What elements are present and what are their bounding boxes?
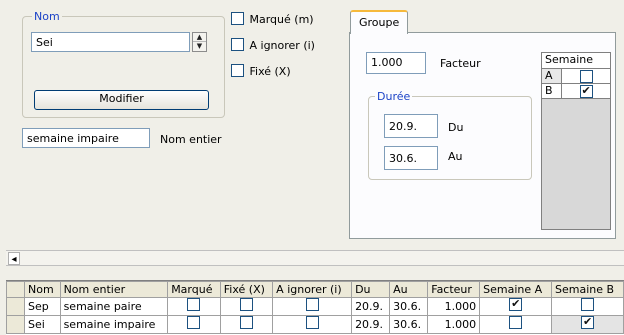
col-fixe[interactable]: Fixé (X) (219, 281, 274, 298)
facteur-label: Facteur (440, 57, 481, 70)
col-nom[interactable]: Nom (24, 281, 61, 298)
au-input[interactable]: 30.6. (384, 146, 438, 170)
fixe-checkbox[interactable] (231, 64, 244, 77)
spin-down-icon[interactable]: ▼ (193, 42, 206, 51)
cell-du[interactable]: 20.9. (351, 315, 391, 334)
nom-entier-label: Nom entier (160, 133, 222, 146)
cell-au[interactable]: 30.6. (389, 315, 429, 334)
col-marque[interactable]: Marqué (167, 281, 221, 298)
ignorer-checkbox[interactable] (231, 38, 244, 51)
nom-legend: Nom (32, 10, 62, 23)
tab-groupe[interactable]: Groupe (350, 10, 409, 34)
marque-label: Marqué (m) (249, 13, 314, 26)
nom-spinner[interactable]: ▲ ▼ (192, 32, 207, 52)
row-marque-checkbox[interactable] (187, 298, 201, 311)
semaine-a-checkbox[interactable] (579, 70, 593, 83)
row-semaine-a-checkbox[interactable] (509, 316, 523, 329)
table-row[interactable]: Sep semaine paire 20.9. 30.6. 1.000 (6, 297, 624, 316)
ignorer-option[interactable]: A ignorer (i) (231, 38, 315, 54)
row-ignorer-checkbox[interactable] (305, 316, 319, 329)
semaine-row-a-name: A (542, 69, 562, 83)
ignorer-label: A ignorer (i) (249, 39, 315, 52)
col-au[interactable]: Au (389, 281, 429, 298)
data-grid: Nom Nom entier Marqué Fixé (X) A ignorer… (6, 280, 624, 335)
semaine-row-b[interactable]: B (542, 84, 610, 99)
row-ignorer-checkbox[interactable] (305, 298, 319, 311)
cell-facteur[interactable]: 1.000 (427, 315, 481, 334)
col-ignorer[interactable]: A ignorer (i) (272, 281, 353, 298)
cell-nom-entier[interactable]: semaine impaire (59, 315, 169, 334)
scroll-left-icon[interactable]: ◂ (8, 252, 20, 265)
du-input[interactable]: 20.9. (384, 114, 438, 138)
horizontal-scrollbar[interactable]: ◂ (6, 250, 624, 266)
row-marque-checkbox[interactable] (187, 316, 201, 329)
col-semaine-a[interactable]: Semaine A (479, 281, 553, 298)
semaine-header: Semaine (542, 53, 610, 69)
marque-checkbox[interactable] (231, 12, 244, 25)
cell-nom[interactable]: Sei (24, 315, 61, 334)
row-fixe-checkbox[interactable] (239, 298, 253, 311)
col-du[interactable]: Du (351, 281, 391, 298)
cell-facteur[interactable]: 1.000 (427, 297, 481, 316)
col-semaine-b[interactable]: Semaine B (551, 281, 624, 298)
spin-up-icon[interactable]: ▲ (193, 33, 206, 42)
semaine-row-b-name: B (542, 84, 562, 98)
cell-nom-entier[interactable]: semaine paire (59, 297, 169, 316)
row-semaine-a-checkbox[interactable] (509, 297, 523, 311)
marque-option[interactable]: Marqué (m) (231, 12, 314, 28)
row-fixe-checkbox[interactable] (239, 316, 253, 329)
au-label: Au (448, 150, 463, 163)
col-nom-entier[interactable]: Nom entier (59, 281, 169, 298)
grid-header-row: Nom Nom entier Marqué Fixé (X) A ignorer… (6, 281, 624, 298)
modifier-button[interactable]: Modifier (34, 90, 209, 110)
semaine-row-a[interactable]: A (542, 69, 610, 84)
duree-legend: Durée (375, 90, 413, 103)
col-facteur[interactable]: Facteur (427, 281, 481, 298)
row-semaine-b-checkbox[interactable] (581, 315, 595, 329)
cell-nom[interactable]: Sep (24, 297, 61, 316)
table-row[interactable]: Sei semaine impaire 20.9. 30.6. 1.000 (6, 315, 624, 334)
du-label: Du (448, 121, 464, 134)
cell-du[interactable]: 20.9. (351, 297, 391, 316)
cell-au[interactable]: 30.6. (389, 297, 429, 316)
fixe-label: Fixé (X) (249, 65, 291, 78)
fixe-option[interactable]: Fixé (X) (231, 64, 291, 80)
nom-entier-input[interactable]: semaine impaire (22, 128, 150, 148)
semaine-table: Semaine A B (541, 52, 611, 230)
nom-input[interactable]: Sei (31, 32, 190, 52)
facteur-input[interactable]: 1.000 (366, 52, 426, 74)
row-semaine-b-checkbox[interactable] (581, 298, 595, 311)
semaine-b-checkbox[interactable] (579, 84, 593, 98)
